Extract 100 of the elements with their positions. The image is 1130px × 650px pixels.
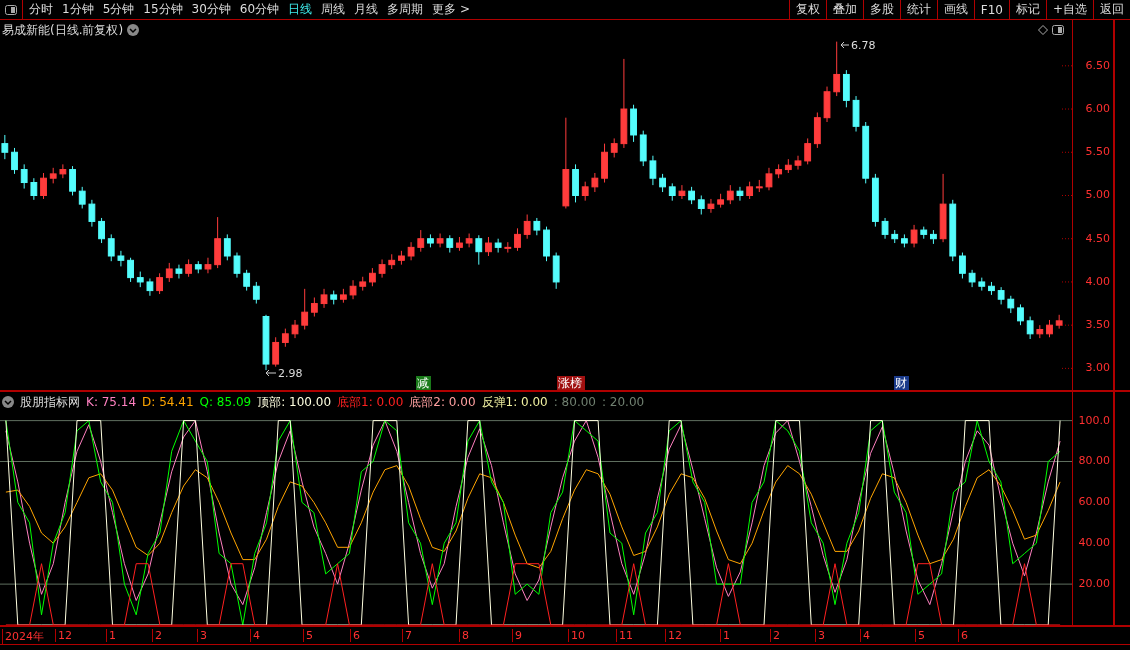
- candlestick: [262, 314, 270, 371]
- date-axis-label: 1: [720, 629, 730, 642]
- candlestick: [881, 217, 889, 240]
- period-tab[interactable]: 周线: [321, 1, 346, 18]
- candlestick: [765, 167, 773, 191]
- candlestick: [533, 217, 541, 236]
- candlestick: [852, 95, 860, 132]
- candlestick: [678, 184, 686, 200]
- price-axis-label: 3.00: [1085, 361, 1110, 375]
- date-axis-label: 4: [860, 629, 870, 642]
- candlestick: [407, 241, 415, 261]
- period-tab[interactable]: 更多 >: [432, 1, 470, 18]
- candlestick: [494, 238, 502, 254]
- candlestick: [398, 250, 405, 266]
- toolbar-button[interactable]: 标记: [1008, 0, 1046, 19]
- date-axis-label: 2: [152, 629, 162, 642]
- panel-toggle-icon[interactable]: [1052, 25, 1064, 35]
- candlestick: [417, 229, 425, 253]
- candlestick: [591, 172, 599, 193]
- candlestick: [330, 290, 338, 305]
- candlestick: [156, 272, 163, 295]
- toolbar-button[interactable]: F10: [973, 0, 1009, 19]
- candlestick: [194, 260, 202, 274]
- candlestick: [40, 172, 47, 200]
- candlestick: [49, 167, 57, 184]
- toolbar-button[interactable]: 叠加: [825, 0, 863, 19]
- candlestick: [726, 184, 734, 205]
- chart-title: 易成新能(日线.前复权): [2, 21, 124, 39]
- period-tab[interactable]: 1分钟: [62, 1, 94, 18]
- candlestick: [630, 104, 637, 143]
- candlestick: [920, 226, 928, 240]
- candlestick: [1036, 324, 1044, 339]
- period-tab[interactable]: 5分钟: [102, 1, 135, 18]
- candlestick: [427, 233, 434, 248]
- chevron-down-icon[interactable]: [127, 24, 140, 36]
- event-tag[interactable]: 减: [416, 376, 431, 390]
- date-axis-label: 11: [616, 629, 633, 642]
- legend-value: 底部2: 0.00: [409, 393, 476, 411]
- candlestick: [968, 269, 976, 288]
- candlestick: [378, 258, 386, 279]
- date-axis-label: 2: [770, 629, 780, 642]
- price-axis-label: 6.00: [1085, 102, 1110, 116]
- date-axis-label: 2024年: [2, 629, 44, 644]
- toolbar-button[interactable]: 多股: [862, 0, 900, 19]
- candlestick: [59, 163, 67, 179]
- candlestick: [736, 186, 744, 202]
- toolbar-button[interactable]: +自选: [1045, 0, 1093, 19]
- price-axis-label: 3.50: [1085, 318, 1110, 332]
- legend-value: K: 75.14: [86, 395, 137, 409]
- date-axis-label: 6: [958, 629, 968, 642]
- candlestick: [349, 279, 357, 300]
- price-axis-label: 4.50: [1085, 231, 1110, 245]
- panel-toggle-icon[interactable]: [5, 4, 17, 15]
- candlestick: [717, 193, 724, 209]
- candlestick: [78, 186, 86, 209]
- toolbar-button[interactable]: 统计: [899, 0, 937, 19]
- period-tab[interactable]: 分时: [29, 1, 53, 18]
- candlestick: [465, 233, 473, 248]
- event-tag[interactable]: 财: [894, 376, 909, 390]
- period-tab[interactable]: 日线: [288, 1, 313, 18]
- candlestick: [204, 257, 212, 274]
- leader-line: [840, 41, 850, 49]
- chevron-down-icon[interactable]: [2, 396, 14, 408]
- candlestick: [98, 217, 105, 244]
- candlestick: [340, 288, 347, 304]
- date-axis-label: 9: [512, 629, 522, 642]
- event-tag[interactable]: 涨榜: [557, 376, 585, 390]
- candlestick: [1026, 316, 1034, 340]
- candlestick: [581, 181, 589, 202]
- legend-value: 顶部: 100.00: [257, 393, 332, 411]
- leader-line: [265, 369, 277, 377]
- legend-value: Q: 85.09: [199, 395, 252, 409]
- toolbar-button[interactable]: 返回: [1093, 0, 1130, 19]
- period-tab[interactable]: 15分钟: [143, 1, 183, 18]
- candlestick: [69, 165, 76, 196]
- period-tab[interactable]: 60分钟: [239, 1, 280, 18]
- candlestick: [1046, 319, 1053, 338]
- candlestick: [117, 250, 125, 267]
- candlestick: [88, 199, 96, 228]
- candlestick: [1055, 314, 1063, 330]
- candlestick: [127, 257, 134, 283]
- toolbar-button[interactable]: 复权: [788, 0, 826, 19]
- candlestick: [572, 163, 579, 203]
- diamond-icon[interactable]: [1038, 25, 1048, 35]
- line-series: [5, 465, 1061, 569]
- candlestick: [872, 173, 879, 228]
- period-tab[interactable]: 30分钟: [191, 1, 231, 18]
- period-tab[interactable]: 多周期: [387, 1, 424, 18]
- legend-value: 底部1: 0.00: [337, 393, 404, 411]
- candlestick: [185, 258, 192, 278]
- candlestick: [30, 177, 38, 201]
- candlestick: [988, 281, 995, 296]
- legend-value: : 20.00: [601, 395, 645, 409]
- price-axis-label: 4.00: [1085, 274, 1110, 288]
- period-tab[interactable]: 月线: [354, 1, 379, 18]
- toolbar-button[interactable]: 画线: [936, 0, 974, 19]
- date-axis-label: 6: [350, 629, 360, 642]
- candlestick: [369, 267, 376, 287]
- price-axis-label: 5.50: [1085, 145, 1110, 159]
- candlestick: [668, 182, 676, 202]
